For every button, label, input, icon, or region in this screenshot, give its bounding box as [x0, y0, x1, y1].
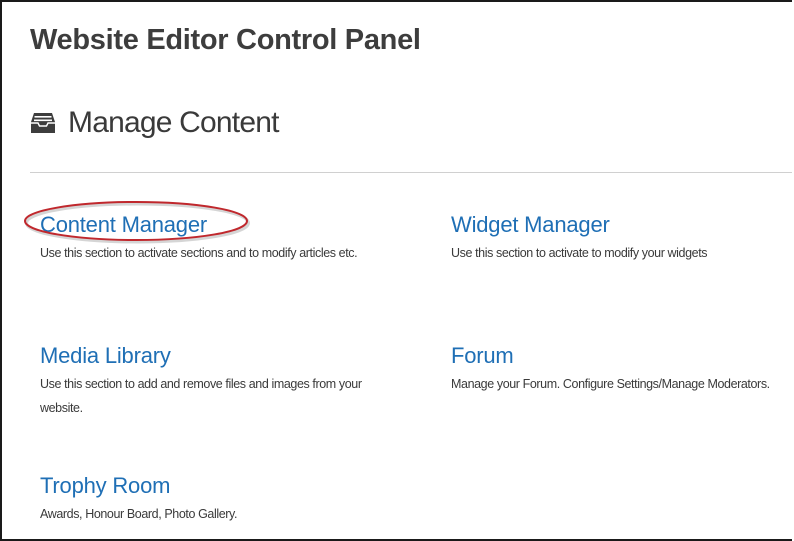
- trophy-room-description: Awards, Honour Board, Photo Gallery.: [40, 507, 238, 521]
- content-manager-item: Content Manager Use this section to acti…: [40, 212, 380, 265]
- control-panel: Website Editor Control Panel Manage Cont…: [0, 0, 792, 541]
- widget-manager-item: Widget Manager Use this section to activ…: [451, 212, 786, 265]
- inbox-icon: [31, 113, 55, 133]
- section-header: Manage Content: [30, 106, 279, 140]
- media-library-link[interactable]: Media Library: [40, 343, 380, 369]
- media-library-item: Media Library Use this section to add an…: [40, 343, 380, 420]
- widget-manager-description: Use this section to activate to modify y…: [451, 246, 708, 260]
- forum-item: Forum Manage your Forum. Configure Setti…: [451, 343, 786, 396]
- section-title: Manage Content: [68, 106, 279, 139]
- content-manager-link[interactable]: Content Manager: [40, 212, 380, 238]
- trophy-room-link[interactable]: Trophy Room: [40, 473, 380, 499]
- page-title: Website Editor Control Panel: [30, 24, 421, 56]
- forum-link[interactable]: Forum: [451, 343, 786, 369]
- media-library-description: Use this section to add and remove files…: [40, 377, 362, 415]
- forum-description: Manage your Forum. Configure Settings/Ma…: [451, 377, 770, 391]
- trophy-room-item: Trophy Room Awards, Honour Board, Photo …: [40, 473, 380, 526]
- content-manager-description: Use this section to activate sections an…: [40, 246, 358, 260]
- widget-manager-link[interactable]: Widget Manager: [451, 212, 786, 238]
- divider: [30, 172, 792, 173]
